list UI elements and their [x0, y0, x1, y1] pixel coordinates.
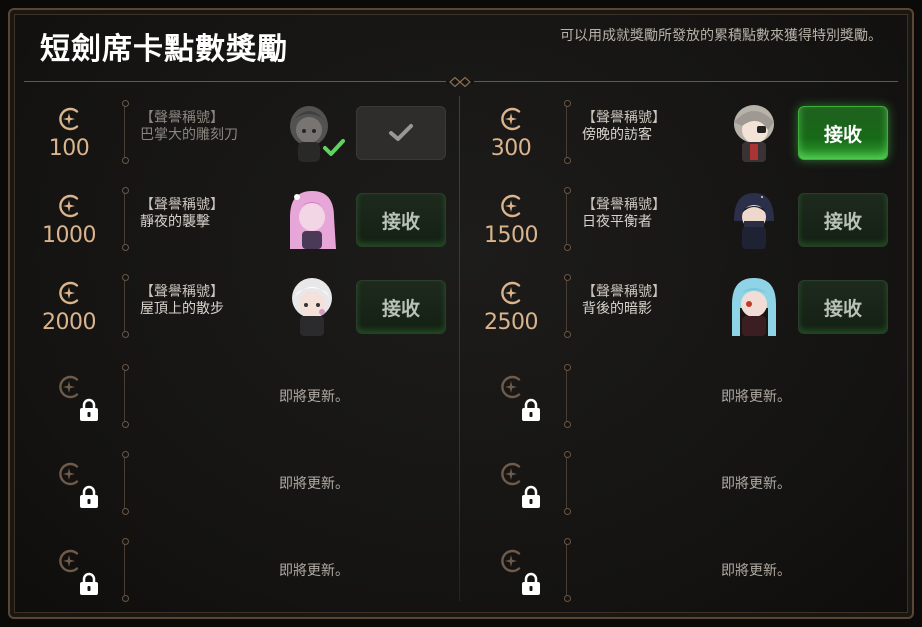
- point-coin-icon: [56, 461, 82, 487]
- lock-icon: [522, 572, 540, 595]
- coming-soon-text: 即將更新。: [721, 476, 791, 492]
- points-value: 300: [490, 136, 532, 161]
- points-value: 1500: [484, 223, 539, 248]
- reward-name-label: 靜夜的襲擊: [140, 214, 210, 230]
- point-coin-icon: [498, 374, 524, 400]
- point-coin-icon: [498, 461, 524, 487]
- reward-name-label: 屋頂上的散步: [140, 301, 224, 317]
- point-coin-icon: [498, 548, 524, 574]
- blue-hair-character-avatar: [732, 278, 776, 336]
- reward-type-label: 【聲譽稱號】: [582, 197, 666, 213]
- reward-name-label: 傍晚的訪客: [582, 127, 652, 143]
- receive-button[interactable]: 接收: [356, 193, 446, 247]
- point-coin-icon: [56, 548, 82, 574]
- locked-row: 即將更新。: [476, 451, 896, 531]
- white-hair-character-avatar: [292, 278, 332, 336]
- lock-icon: [522, 485, 540, 508]
- lock-icon: [80, 398, 98, 421]
- locked-row: 即將更新。: [34, 538, 454, 618]
- points-value: 100: [48, 136, 90, 161]
- point-coin-icon: [498, 280, 524, 306]
- point-coin-icon: [56, 106, 82, 132]
- lock-icon: [80, 572, 98, 595]
- point-coin-icon: [498, 106, 524, 132]
- reward-type-label: 【聲譽稱號】: [140, 110, 224, 126]
- coming-soon-text: 即將更新。: [279, 563, 349, 579]
- column-divider: [459, 96, 460, 601]
- locked-row: 即將更新。: [476, 538, 896, 618]
- page-title: 短劍席卡點數獎勵: [40, 32, 288, 67]
- receive-button[interactable]: 接收: [798, 106, 888, 160]
- coming-soon-text: 即將更新。: [279, 389, 349, 405]
- receive-button[interactable]: 接收: [798, 193, 888, 247]
- lock-icon: [80, 485, 98, 508]
- coming-soon-text: 即將更新。: [279, 476, 349, 492]
- reward-row-2000: 2000 【聲譽稱號】 屋頂上的散步 接收: [34, 274, 454, 354]
- lock-icon: [522, 398, 540, 421]
- reward-type-label: 【聲譽稱號】: [140, 197, 224, 213]
- checkmark-icon: [389, 124, 413, 141]
- locked-row: 即將更新。: [34, 364, 454, 444]
- reward-row-100: 100 【聲譽稱號】 巴掌大的雕刻刀: [34, 100, 454, 180]
- reward-name-label: 日夜平衡者: [582, 214, 652, 230]
- coming-soon-text: 即將更新。: [721, 563, 791, 579]
- coming-soon-text: 即將更新。: [721, 389, 791, 405]
- reward-row-1000: 1000 【聲譽稱號】 靜夜的襲擊 接收: [34, 187, 454, 267]
- reward-name-label: 巴掌大的雕刻刀: [140, 127, 238, 143]
- receive-button[interactable]: 接收: [356, 280, 446, 334]
- claimed-check-icon: [323, 139, 345, 156]
- points-value: 2500: [484, 310, 539, 335]
- hooded-character-avatar: [734, 193, 774, 249]
- reward-row-300: 300 【聲譽稱號】 傍晚的訪客 接收: [476, 100, 896, 180]
- reward-type-label: 【聲譽稱號】: [582, 284, 666, 300]
- points-value: 2000: [42, 310, 97, 335]
- divider-ornament-icon: [446, 76, 474, 88]
- point-coin-icon: [56, 374, 82, 400]
- claimed-button[interactable]: [356, 106, 446, 160]
- reward-type-label: 【聲譽稱號】: [582, 110, 666, 126]
- receive-button[interactable]: 接收: [798, 280, 888, 334]
- point-coin-icon: [498, 193, 524, 219]
- points-value: 1000: [42, 223, 97, 248]
- locked-row: 即將更新。: [476, 364, 896, 444]
- locked-row: 即將更新。: [34, 451, 454, 531]
- point-coin-icon: [56, 193, 82, 219]
- point-coin-icon: [56, 280, 82, 306]
- pink-hair-character-avatar: [290, 191, 336, 249]
- reward-type-label: 【聲譽稱號】: [140, 284, 224, 300]
- reward-name-label: 背後的暗影: [582, 301, 652, 317]
- reward-row-2500: 2500 【聲譽稱號】 背後的暗影 接收: [476, 274, 896, 354]
- eyepatch-character-avatar: [734, 105, 774, 162]
- reward-row-1500: 1500 【聲譽稱號】 日夜平衡者 接收: [476, 187, 896, 267]
- page-description: 可以用成就獎勵所發放的累積點數來獲得特別獎勵。: [560, 28, 882, 44]
